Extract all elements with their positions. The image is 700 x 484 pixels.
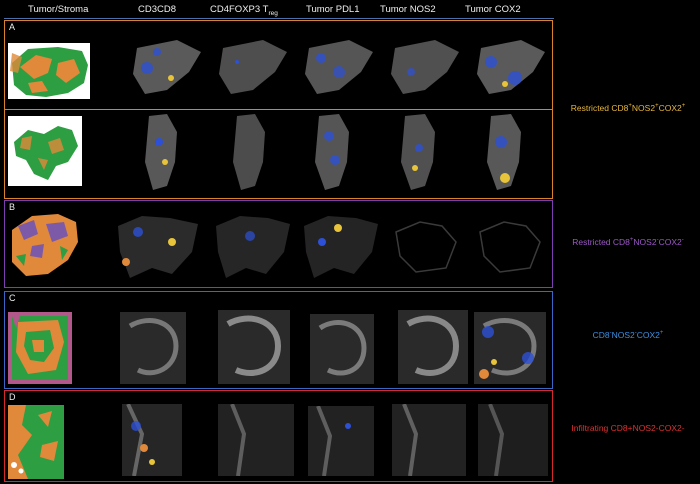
tumor-stroma-map-a2-svg <box>14 126 78 180</box>
column-header-cox2: Tumor COX2 <box>465 4 521 15</box>
image-a1-cox2 <box>471 38 549 100</box>
image-d-cox2-svg <box>488 404 505 476</box>
panel-a-row-separator <box>5 109 552 110</box>
side-label-c-m2: COX2 <box>636 330 660 340</box>
side-label-b-pre: Restricted CD8 <box>572 237 630 247</box>
image-a2-pdl1-svg <box>315 114 349 190</box>
image-a1-cd3cd8-svg <box>133 40 201 94</box>
image-c-cd4foxp3-svg <box>226 315 282 376</box>
image-d-cd3cd8 <box>122 404 182 476</box>
header-divider <box>4 18 554 19</box>
side-label-a-s3: + <box>681 103 686 110</box>
image-c-cox2-svg <box>479 318 537 379</box>
column-header-nos2: Tumor NOS2 <box>380 4 436 15</box>
image-d-nos2 <box>392 404 466 476</box>
side-label-c-pre: CD8 <box>592 330 610 340</box>
image-d-cd3cd8-svg <box>126 404 155 476</box>
image-b-pdl1-svg <box>304 216 378 278</box>
side-label-c-s3: + <box>659 330 664 337</box>
image-a2-nos2-svg <box>401 114 435 190</box>
image-a1-cd4foxp3 <box>213 38 291 100</box>
column-header-pdl1: Tumor PDL1 <box>306 4 360 15</box>
panel-d-label: D <box>9 392 16 402</box>
image-b-nos2 <box>386 212 466 282</box>
image-c-pdl1 <box>310 314 374 384</box>
panel-b-label: B <box>9 202 16 212</box>
image-c-cd3cd8-svg <box>128 318 179 376</box>
column-header-cd4foxp3: CD4FOXP3 Treg <box>210 4 278 17</box>
image-c-cox2 <box>474 312 546 384</box>
image-a2-nos2 <box>385 112 463 192</box>
side-label-c: CD8-NOS2-COX2+ <box>556 330 700 340</box>
image-a1-pdl1-svg <box>305 40 373 94</box>
image-a1-cd4foxp3-svg <box>219 40 287 94</box>
panel-a-label: A <box>9 22 16 32</box>
image-d-pdl1 <box>308 406 374 476</box>
image-a2-cd3cd8 <box>127 112 205 192</box>
side-label-b-m2: COX2 <box>658 237 682 247</box>
image-a2-cd4foxp3-svg <box>233 114 265 190</box>
tumor-stroma-map-b-svg <box>12 214 78 276</box>
side-label-c-m1: NOS2 <box>611 330 635 340</box>
image-a1-nos2 <box>385 38 463 100</box>
image-a2-cd3cd8-svg <box>145 114 177 190</box>
image-c-nos2-svg <box>406 315 460 376</box>
image-a2-cd4foxp3 <box>213 112 291 192</box>
image-a2-cox2-svg <box>487 114 521 190</box>
image-b-cox2 <box>470 212 550 282</box>
panel-c-label: C <box>9 293 16 303</box>
side-label-a-pre: Restricted CD8 <box>570 103 629 113</box>
image-c-nos2 <box>398 310 468 384</box>
column-header-cd4foxp3-sub: reg <box>268 9 278 17</box>
image-d-cd4foxp3-svg <box>230 404 247 476</box>
image-b-cd3cd8-svg <box>118 216 198 278</box>
image-c-cd4foxp3 <box>218 310 290 384</box>
image-a1-cox2-svg <box>477 40 545 94</box>
side-label-b: Restricted CD8+NOS2-COX2- <box>556 237 700 247</box>
side-label-a-m1: NOS2 <box>631 103 656 113</box>
image-c-pdl1-svg <box>318 320 367 376</box>
image-b-nos2-svg <box>395 221 457 273</box>
image-b-cd3cd8 <box>112 212 204 282</box>
image-d-pdl1-svg <box>316 406 351 476</box>
side-label-b-s3: - <box>681 237 684 244</box>
image-a1-pdl1 <box>299 38 377 100</box>
image-b-cox2-svg <box>479 221 541 273</box>
image-a2-cox2 <box>471 112 549 192</box>
side-label-a-m2: COX2 <box>658 103 682 113</box>
tumor-stroma-map-d <box>8 405 64 479</box>
image-c-cd3cd8 <box>120 312 186 384</box>
image-b-cd4foxp3-svg <box>216 216 290 278</box>
image-a1-nos2-svg <box>391 40 459 94</box>
image-a2-pdl1 <box>299 112 377 192</box>
column-header-tumor-stroma: Tumor/Stroma <box>28 4 89 15</box>
tumor-stroma-map-c-svg <box>12 316 68 380</box>
side-label-a: Restricted CD8+NOS2+COX2+ <box>556 103 700 113</box>
image-b-pdl1 <box>298 212 382 282</box>
side-label-b-m1: NOS2 <box>633 237 657 247</box>
image-d-nos2-svg <box>402 404 419 476</box>
tumor-stroma-map-d-svg <box>8 405 58 479</box>
column-header-cd4foxp3-text: CD4FOXP3 T <box>210 4 269 15</box>
image-b-cd4foxp3 <box>210 212 294 282</box>
tumor-stroma-map-b <box>8 212 80 278</box>
tumor-stroma-map-a1-svg <box>10 47 88 97</box>
column-header-cd3cd8: CD3CD8 <box>138 4 177 15</box>
side-label-d: Infiltrating CD8+NOS2-COX2- <box>571 423 685 433</box>
tumor-stroma-map-a2 <box>8 116 82 186</box>
tumor-stroma-map-c <box>8 312 72 384</box>
tumor-stroma-map-a1 <box>8 43 90 99</box>
image-a1-cd3cd8 <box>127 38 205 100</box>
image-d-cox2 <box>478 404 548 476</box>
image-d-cd4foxp3 <box>218 404 294 476</box>
